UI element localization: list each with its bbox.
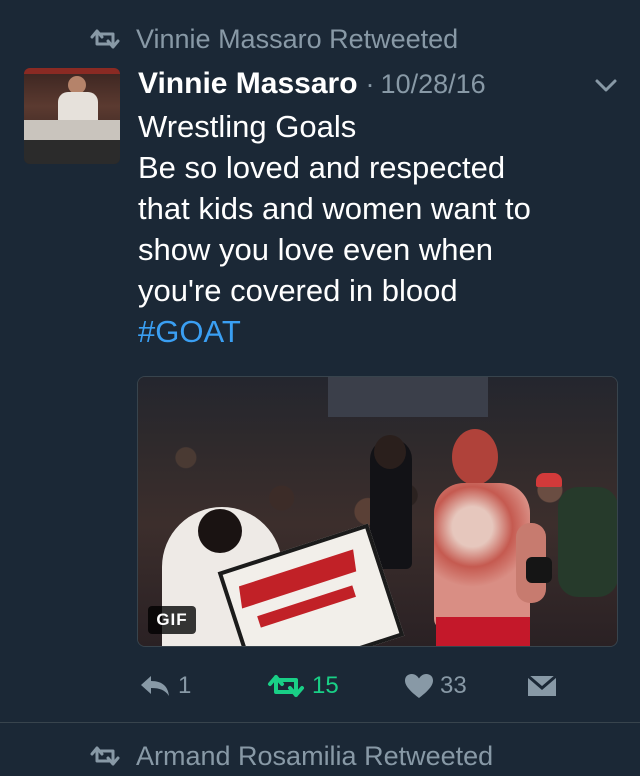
retweet-count: 15: [312, 672, 339, 699]
avatar-desk: [24, 120, 120, 140]
author-name[interactable]: Vinnie Massaro: [138, 67, 358, 101]
gif-media[interactable]: GIF: [137, 376, 618, 647]
tweet-line: that kids and women want to: [138, 191, 531, 226]
wrestler-elbow-brace: [526, 557, 552, 583]
reply-button[interactable]: 1: [138, 665, 191, 707]
avatar-detail: [24, 68, 120, 74]
like-button[interactable]: 33: [404, 665, 467, 707]
tweet-text: Wrestling Goals Be so loved and respecte…: [138, 106, 618, 352]
like-count: 33: [440, 672, 467, 699]
wrestler-head: [452, 429, 498, 485]
fan-woman-hair: [198, 509, 242, 553]
tweet-line: Be so loved and respected: [138, 150, 506, 185]
tweet-line: show you love even when: [138, 232, 494, 267]
tweet-divider: [0, 722, 640, 723]
tweet-card[interactable]: Vinnie Massaro Retweeted Vinnie Massaro …: [0, 0, 640, 722]
reply-icon: [141, 676, 169, 696]
stage-light: [328, 377, 488, 417]
direct-message-button[interactable]: [526, 665, 558, 707]
tweet-line: Wrestling Goals: [138, 109, 357, 144]
avatar-person-body: [58, 92, 98, 122]
next-retweet-context-text: Armand Rosamilia Retweeted: [136, 740, 494, 771]
chevron-down-icon[interactable]: [594, 76, 618, 94]
avatar-desk-lower: [24, 140, 120, 164]
gif-badge: GIF: [148, 606, 196, 634]
hashtag-link[interactable]: #GOAT: [138, 311, 618, 352]
retweet-context: Vinnie Massaro Retweeted: [88, 22, 458, 56]
retweet-icon: [90, 29, 120, 49]
next-retweet-context: Armand Rosamilia Retweeted: [88, 736, 493, 776]
retweet-icon: [90, 746, 120, 766]
wrestler-trunks: [436, 617, 530, 646]
reply-count: 1: [178, 672, 192, 699]
envelope-icon: [527, 674, 557, 696]
avatar[interactable]: [24, 68, 120, 164]
header-separator: ·: [365, 68, 375, 99]
fan-cap: [536, 473, 562, 487]
retweet-icon: [268, 675, 304, 697]
fan-right: [558, 487, 617, 597]
tweet-actions: 1 15 33: [138, 665, 598, 707]
tweet-date[interactable]: 10/28/16: [381, 69, 486, 100]
retweet-button[interactable]: 15: [266, 665, 339, 707]
fan-kid-head: [374, 435, 406, 469]
tweet-header: Vinnie Massaro · 10/28/16: [138, 64, 486, 104]
retweet-context-text: Vinnie Massaro Retweeted: [136, 23, 459, 54]
heart-icon: [405, 674, 433, 698]
tweet-line: you're covered in blood: [138, 273, 458, 308]
